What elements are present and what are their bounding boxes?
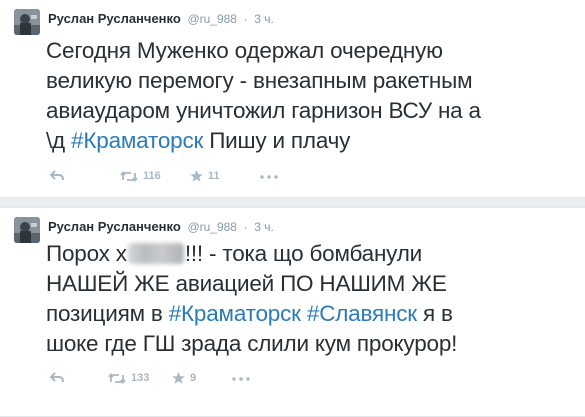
tweet-text-line: позициям в #Краматорск #Славянск я в xyxy=(46,299,571,329)
favorite-button[interactable]: 11 xyxy=(190,170,220,182)
more-icon xyxy=(232,377,250,381)
retweet-button[interactable]: 116 xyxy=(120,170,161,182)
avatar-image xyxy=(14,217,40,243)
tweet-timestamp[interactable]: 3 ч. xyxy=(254,220,274,234)
hashtag-link[interactable]: #Славянск xyxy=(307,301,417,326)
avatar-image xyxy=(14,9,40,35)
favorite-count: 9 xyxy=(190,372,197,384)
retweet-button[interactable]: 133 xyxy=(108,372,149,384)
retweet-icon xyxy=(120,170,138,182)
favorite-button[interactable]: 9 xyxy=(172,372,196,384)
author-name[interactable]: Руслан Русланченко xyxy=(48,11,181,26)
tweet-text-fragment: я в xyxy=(416,301,453,326)
author-handle[interactable]: @ru_988 xyxy=(187,220,237,234)
tweet-feed: Руслан Русланченко @ru_988 · 3 ч. Сегодн… xyxy=(0,0,585,417)
tweet-text-line: шоке где ГШ зрада слили кум прокурор! xyxy=(46,331,458,356)
tweet-text: Сегодня Муженко одержал очередную велику… xyxy=(46,36,571,156)
tweet-text-line: НАШЕЙ ЖЕ авиацией ПО НАШИМ ЖЕ xyxy=(46,271,447,296)
hashtag-link[interactable]: #Краматорск xyxy=(169,301,301,326)
retweet-count: 116 xyxy=(143,170,161,182)
reply-icon xyxy=(50,372,64,383)
hashtag-link[interactable]: #Краматорск xyxy=(71,128,203,153)
reply-icon xyxy=(50,170,64,181)
tweet-timestamp[interactable]: 3 ч. xyxy=(254,12,274,26)
favorite-count: 11 xyxy=(208,170,220,182)
separator-dot: · xyxy=(243,220,248,234)
tweet-header: Руслан Русланченко @ru_988 · 3 ч. xyxy=(48,219,274,234)
tweet-text-fragment: позициям в xyxy=(46,301,169,326)
retweet-icon xyxy=(108,372,126,384)
more-button[interactable] xyxy=(232,377,250,381)
reply-button[interactable] xyxy=(50,170,64,181)
more-icon xyxy=(260,175,278,179)
author-name[interactable]: Руслан Русланченко xyxy=(48,219,181,234)
retweet-count: 133 xyxy=(131,372,150,384)
tweet-text-line: великую перемогу - внезапным ракетным xyxy=(46,68,473,93)
tweet-text-line: \д #Краматорск Пишу и плачу xyxy=(46,126,571,156)
tweet-text-fragment: Порох х xyxy=(46,241,127,266)
avatar[interactable] xyxy=(14,217,40,243)
tweet-text: Порох х !!! - тока що бомбанули НАШЕЙ ЖЕ … xyxy=(46,239,571,359)
more-button[interactable] xyxy=(260,175,278,179)
separator-dot: · xyxy=(243,12,248,26)
tweet-text-line: авиаударом уничтожил гарнизон ВСУ на а xyxy=(46,98,481,123)
tweet-text-line: Порох х !!! - тока що бомбанули xyxy=(46,239,571,269)
tweet-text-fragment: \д xyxy=(46,128,72,153)
reply-button[interactable] xyxy=(50,372,64,383)
tweet-text-line: Сегодня Муженко одержал очередную xyxy=(46,38,443,63)
tweet-text-fragment: !!! - тока що бомбанули xyxy=(184,241,423,266)
tweet-card[interactable]: Руслан Русланченко @ru_988 · 3 ч. Сегодн… xyxy=(0,0,585,198)
tweet-text-fragment: Пишу и плачу xyxy=(203,128,351,153)
favorite-star-icon xyxy=(190,170,203,182)
tweet-header: Руслан Русланченко @ru_988 · 3 ч. xyxy=(48,11,274,26)
censored-word-blur xyxy=(127,243,184,264)
avatar[interactable] xyxy=(14,9,40,35)
favorite-star-icon xyxy=(172,372,185,384)
author-handle[interactable]: @ru_988 xyxy=(187,12,237,26)
